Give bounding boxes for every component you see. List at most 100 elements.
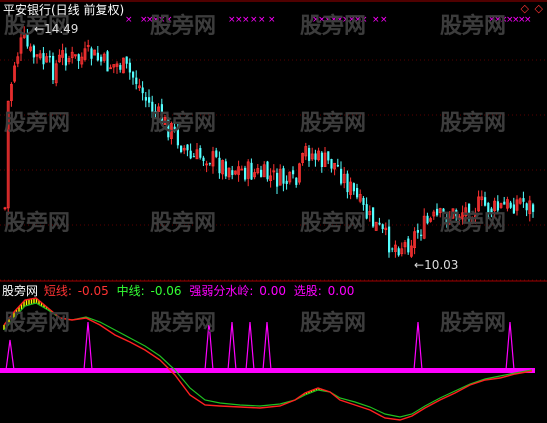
high-price-value: 14.49: [44, 22, 79, 36]
candle-body: [314, 153, 317, 160]
candle-body: [52, 55, 55, 81]
candle-body: [407, 238, 410, 253]
candle-body: [276, 172, 279, 187]
candle-body: [144, 97, 147, 101]
select-signal: [5, 339, 15, 371]
candle-body: [445, 216, 448, 224]
candle-body: [352, 183, 355, 192]
candle-body: [397, 248, 400, 256]
candle-body: [135, 77, 138, 84]
mid-line: [3, 302, 533, 418]
candle-body: [503, 201, 506, 205]
candlestick-series: [3, 26, 535, 258]
candle-body: [167, 117, 170, 138]
candle-body: [292, 170, 295, 175]
short-line-value: -0.05: [77, 284, 109, 298]
candle-body: [132, 71, 135, 78]
candle-body: [330, 159, 333, 169]
stock-chart-canvas[interactable]: × ×××× × × × × × × × ××××××××× × × ×××××××: [0, 0, 547, 423]
candle-body: [484, 197, 487, 206]
short-line: [3, 297, 533, 421]
candle-body: [356, 187, 359, 198]
candle-body: [487, 202, 490, 213]
short-line-label: 短线:: [43, 284, 72, 298]
cross-mark-icon: ×: [524, 15, 532, 25]
candle-body: [32, 45, 35, 58]
diamond-icon[interactable]: ◇: [535, 2, 543, 15]
cross-mark-icon: ×: [360, 15, 368, 25]
candle-body: [215, 150, 218, 157]
candle-body: [260, 169, 263, 177]
select-signal: [83, 321, 93, 371]
candle-body: [244, 167, 247, 180]
candle-body: [282, 168, 285, 184]
low-price-value: 10.03: [424, 258, 459, 272]
candle-body: [468, 203, 471, 220]
top-marker-row: × ×××× × × × × × × × ××××××××× × × ×××××××: [125, 15, 532, 25]
candle-body: [327, 151, 330, 161]
select-value: 0.00: [327, 284, 355, 298]
select-signal: [245, 321, 255, 371]
indicator-series: [0, 297, 535, 421]
chart-title: 平安银行(日线 前复权): [3, 3, 125, 17]
candle-body: [176, 126, 179, 146]
candle-body: [522, 198, 525, 202]
candle-body: [391, 248, 394, 250]
candle-body: [320, 152, 323, 167]
select-signal: [505, 321, 515, 371]
candle-body: [125, 56, 128, 64]
select-item: 选股: 0.00: [294, 284, 357, 298]
select-label: 选股:: [293, 284, 322, 298]
candle-body: [378, 222, 381, 225]
select-signal: [262, 321, 272, 371]
candle-body: [442, 208, 445, 214]
select-signal: [204, 321, 214, 371]
candle-body: [186, 144, 189, 151]
candle-body: [202, 157, 205, 161]
cross-mark-icon: ×: [250, 15, 258, 25]
mid-line-value: -0.06: [150, 284, 182, 298]
candle-body: [26, 34, 29, 47]
candle-body: [90, 48, 93, 59]
candle-body: [154, 111, 157, 113]
left-arrow-icon: ←: [34, 22, 45, 36]
candle-body: [372, 207, 375, 227]
watershed-baseline: [0, 368, 535, 373]
watershed-item: 强弱分水岭: 0.00: [189, 284, 288, 298]
candle-body: [64, 53, 67, 66]
candle-body: [525, 203, 528, 211]
high-price-label: ←14.49: [34, 22, 78, 36]
candle-body: [218, 157, 221, 174]
candle-body: [224, 161, 227, 177]
indicator-legend: 股旁网 短线: -0.05 中线: -0.06 强弱分水岭: 0.00 选股: …: [2, 284, 358, 298]
candle-body: [532, 204, 535, 212]
candle-body: [336, 164, 339, 167]
candle-body: [42, 53, 45, 65]
indicator-name: 股旁网: [2, 284, 39, 298]
candle-body: [346, 173, 349, 193]
candle-body: [362, 198, 365, 205]
candle-body: [119, 65, 122, 70]
candle-body: [250, 162, 253, 180]
candle-body: [381, 224, 384, 230]
mid-line-item: 中线: -0.06: [117, 284, 184, 298]
cross-mark-icon: ×: [372, 15, 380, 25]
watershed-value: 0.00: [259, 284, 286, 298]
candle-body: [189, 150, 192, 159]
cross-mark-icon: ×: [165, 15, 173, 25]
watershed-label: 强弱分水岭:: [189, 284, 254, 298]
candle-body: [455, 210, 458, 217]
select-signal: [413, 321, 423, 371]
candle-body: [192, 156, 195, 158]
candle-body: [416, 230, 419, 233]
candle-body: [48, 55, 51, 58]
low-price-label: ←10.03: [414, 258, 458, 272]
candle-body: [96, 52, 99, 61]
candle-body: [490, 208, 493, 213]
candle-body: [509, 202, 512, 208]
candle-body: [266, 161, 269, 180]
diamond-icon[interactable]: ◇: [521, 2, 529, 15]
cross-mark-icon: ×: [258, 15, 266, 25]
candle-body: [77, 54, 80, 62]
candle-body: [340, 168, 343, 184]
